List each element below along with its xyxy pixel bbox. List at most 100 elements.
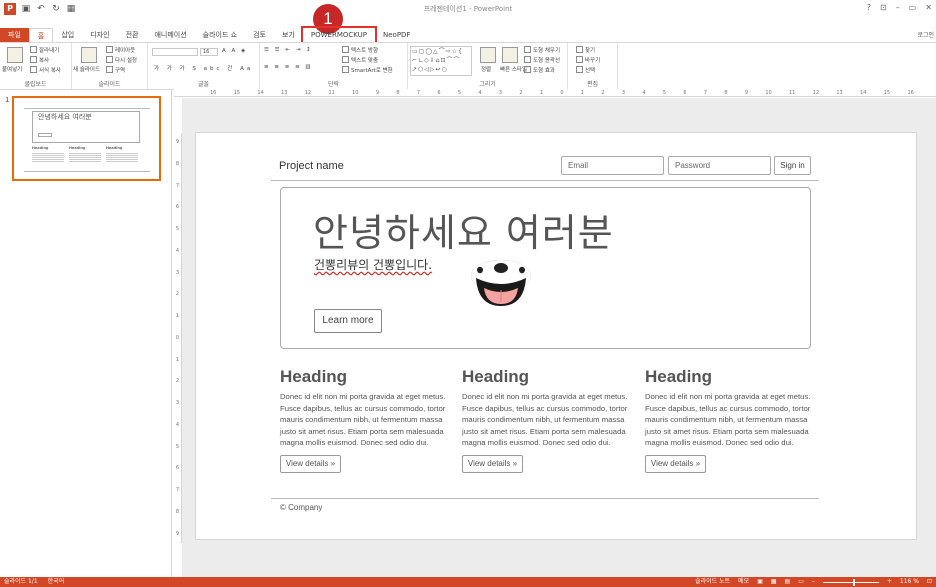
find-button[interactable]: 찾기 xyxy=(576,46,595,54)
font-grow-shrink-icon[interactable]: A A ◈ xyxy=(222,48,247,54)
sorter-view-icon[interactable]: ▦ xyxy=(771,577,777,587)
view-details-button[interactable]: View details » xyxy=(645,454,706,473)
ruler-tick: 2 xyxy=(519,90,523,96)
notes-button[interactable]: 슬라이드 노트 xyxy=(695,577,730,587)
ruler-tick: 3 xyxy=(621,90,625,96)
paste-icon[interactable] xyxy=(7,47,23,63)
tab-review[interactable]: 검토 xyxy=(245,28,274,42)
vruler-tick: 3 xyxy=(175,269,180,276)
dog-face-icon xyxy=(470,259,532,306)
new-slide-icon[interactable] xyxy=(81,47,97,63)
arrange-button[interactable]: 정렬 xyxy=(481,65,491,73)
paste-button[interactable]: 붙여넣기 xyxy=(2,65,22,73)
ruler-tick: 9 xyxy=(375,90,379,96)
effects-icon xyxy=(524,66,531,73)
shapes-gallery[interactable]: ▭▢◯△⌒⇨☆{⌐∟◇⇩⌂⊡⌒⌒ ↗⬡◁▷↩○ xyxy=(410,46,472,76)
tab-slideshow[interactable]: 슬라이드 쇼 xyxy=(195,28,245,42)
align-buttons[interactable]: ≡ ≡ ≡ ≡ ▥ xyxy=(264,64,313,70)
normal-view-icon[interactable]: ▣ xyxy=(757,577,763,587)
text-align-button[interactable]: 텍스트 맞춤 xyxy=(342,56,378,64)
quick-styles-button[interactable]: 빠른 스타일 xyxy=(500,65,527,73)
thumb-title: 안녕하세요 여러분 xyxy=(38,113,92,121)
slide-canvas[interactable]: Project name Email Password Sign in 안녕하세… xyxy=(195,132,917,540)
window-title: 프레젠테이션1 - PowerPoint xyxy=(423,5,513,13)
section-button[interactable]: 구역 xyxy=(106,66,125,74)
column-heading: Heading xyxy=(280,367,348,386)
ruler-tick: 10 xyxy=(765,90,772,96)
close-icon[interactable]: ✕ xyxy=(925,3,932,12)
zoom-out-icon[interactable]: – xyxy=(812,577,815,587)
help-icon[interactable]: ? xyxy=(867,3,871,12)
reset-icon xyxy=(106,56,113,63)
font-name-select[interactable] xyxy=(152,48,198,56)
smartart-button[interactable]: SmartArt로 변환 xyxy=(342,66,393,74)
cut-button[interactable]: 잘라내기 xyxy=(30,46,59,54)
quick-styles-icon[interactable] xyxy=(502,47,518,63)
copy-button[interactable]: 복사 xyxy=(30,56,49,64)
learn-more-button[interactable]: Learn more xyxy=(314,309,382,333)
zoom-level[interactable]: 116 % xyxy=(900,577,919,587)
sign-in-button[interactable]: Sign in xyxy=(774,156,811,175)
thumb-text-1 xyxy=(32,153,64,162)
zoom-in-icon[interactable]: + xyxy=(887,577,892,587)
replace-button[interactable]: 바꾸기 xyxy=(576,56,600,64)
email-field[interactable]: Email xyxy=(561,156,664,175)
shape-fill-button[interactable]: 도형 채우기 xyxy=(524,46,560,54)
tab-neopdf[interactable]: NeoPDF xyxy=(375,28,418,42)
restore-icon[interactable]: ▭ xyxy=(909,3,917,12)
reset-button[interactable]: 다시 설정 xyxy=(106,56,137,64)
text-direction-button[interactable]: 텍스트 방향 xyxy=(342,46,378,54)
tab-design[interactable]: 디자인 xyxy=(82,28,117,42)
drawing-label: 그리기 xyxy=(479,81,496,88)
zoom-slider[interactable] xyxy=(822,578,879,586)
vruler-tick: 3 xyxy=(175,400,180,407)
fit-slide-icon[interactable]: ⊡ xyxy=(927,577,932,587)
project-name: Project name xyxy=(279,160,344,172)
ruler-tick: 13 xyxy=(836,90,843,96)
tab-powermockup[interactable]: POWERMOCKUP xyxy=(300,26,378,44)
tab-animations[interactable]: 애니메이션 xyxy=(146,28,194,42)
list-buttons[interactable]: ☰ ☰ ⇤ ⇥ ↕ xyxy=(264,47,313,53)
window-controls: ? ⊡ – ▭ ✕ xyxy=(867,3,932,12)
comments-button[interactable]: 메모 xyxy=(738,577,749,587)
font-label: 글꼴 xyxy=(197,81,210,88)
ruler-tick: 6 xyxy=(683,90,687,96)
font-size-select[interactable]: 16 xyxy=(200,48,218,56)
shape-effects-button[interactable]: 도형 효과 xyxy=(524,66,555,74)
login-link[interactable]: 로그인 xyxy=(917,30,934,39)
arrange-icon[interactable] xyxy=(480,47,496,63)
new-slide-button[interactable]: 새 슬라이드 xyxy=(73,65,100,73)
ribbon-display-icon[interactable]: ⊡ xyxy=(880,3,887,12)
ribbon: 붙여넣기 잘라내기 복사 서식 복사 클립보드 새 슬라이드 레이아웃 다시 설… xyxy=(0,42,936,90)
ruler-tick: 1 xyxy=(580,90,584,96)
tab-file[interactable]: 파일 xyxy=(0,28,29,42)
tab-view[interactable]: 보기 xyxy=(274,28,303,42)
format-painter-button[interactable]: 서식 복사 xyxy=(30,66,61,74)
minimize-icon[interactable]: – xyxy=(896,3,900,12)
ruler-tick: 8 xyxy=(396,90,400,96)
view-details-button[interactable]: View details » xyxy=(462,454,523,473)
vruler-tick: 1 xyxy=(175,356,180,363)
vruler-tick: 8 xyxy=(175,160,180,167)
view-details-button[interactable]: View details » xyxy=(280,454,341,473)
column-3: Heading Donec id elit non mi porta gravi… xyxy=(645,367,815,473)
language-indicator[interactable]: 한국어 xyxy=(48,577,65,587)
horizontal-ruler[interactable]: 16 15 14 13 12 11 10 9 8 7 6 5 4 3 2 1 0 1 2 3 4 5 6 7 8 9 10 11 12 1… xyxy=(174,89,936,97)
layout-button[interactable]: 레이아웃 xyxy=(106,46,135,54)
select-button[interactable]: 선택 xyxy=(576,66,595,74)
ruler-tick: 11 xyxy=(789,90,796,96)
font-format-buttons[interactable]: 가 가 가 S abc 간 Aa xyxy=(154,64,253,72)
slideshow-view-icon[interactable]: ▭ xyxy=(798,577,804,587)
vertical-ruler[interactable]: 9 8 7 6 5 4 3 2 1 0 1 2 3 4 5 6 7 8 9 xyxy=(174,133,182,543)
ruler-tick: 4 xyxy=(642,90,646,96)
shape-outline-button[interactable]: 도형 윤곽선 xyxy=(524,56,560,64)
jumbotron: 안녕하세요 여러분 건뽕리뷰의 건뽕입니다. Learn more xyxy=(280,187,811,349)
tab-insert[interactable]: 삽입 xyxy=(53,28,82,42)
password-field[interactable]: Password xyxy=(668,156,771,175)
reading-view-icon[interactable]: ▤ xyxy=(785,577,791,587)
column-text: Donec id elit non mi porta gravida at eg… xyxy=(280,392,446,448)
thumb-text-2 xyxy=(69,153,101,162)
tab-transitions[interactable]: 전환 xyxy=(118,28,147,42)
tab-home[interactable]: 홈 xyxy=(28,28,54,42)
slide-thumbnail[interactable]: 안녕하세요 여러분 Heading Heading Heading xyxy=(12,96,161,181)
